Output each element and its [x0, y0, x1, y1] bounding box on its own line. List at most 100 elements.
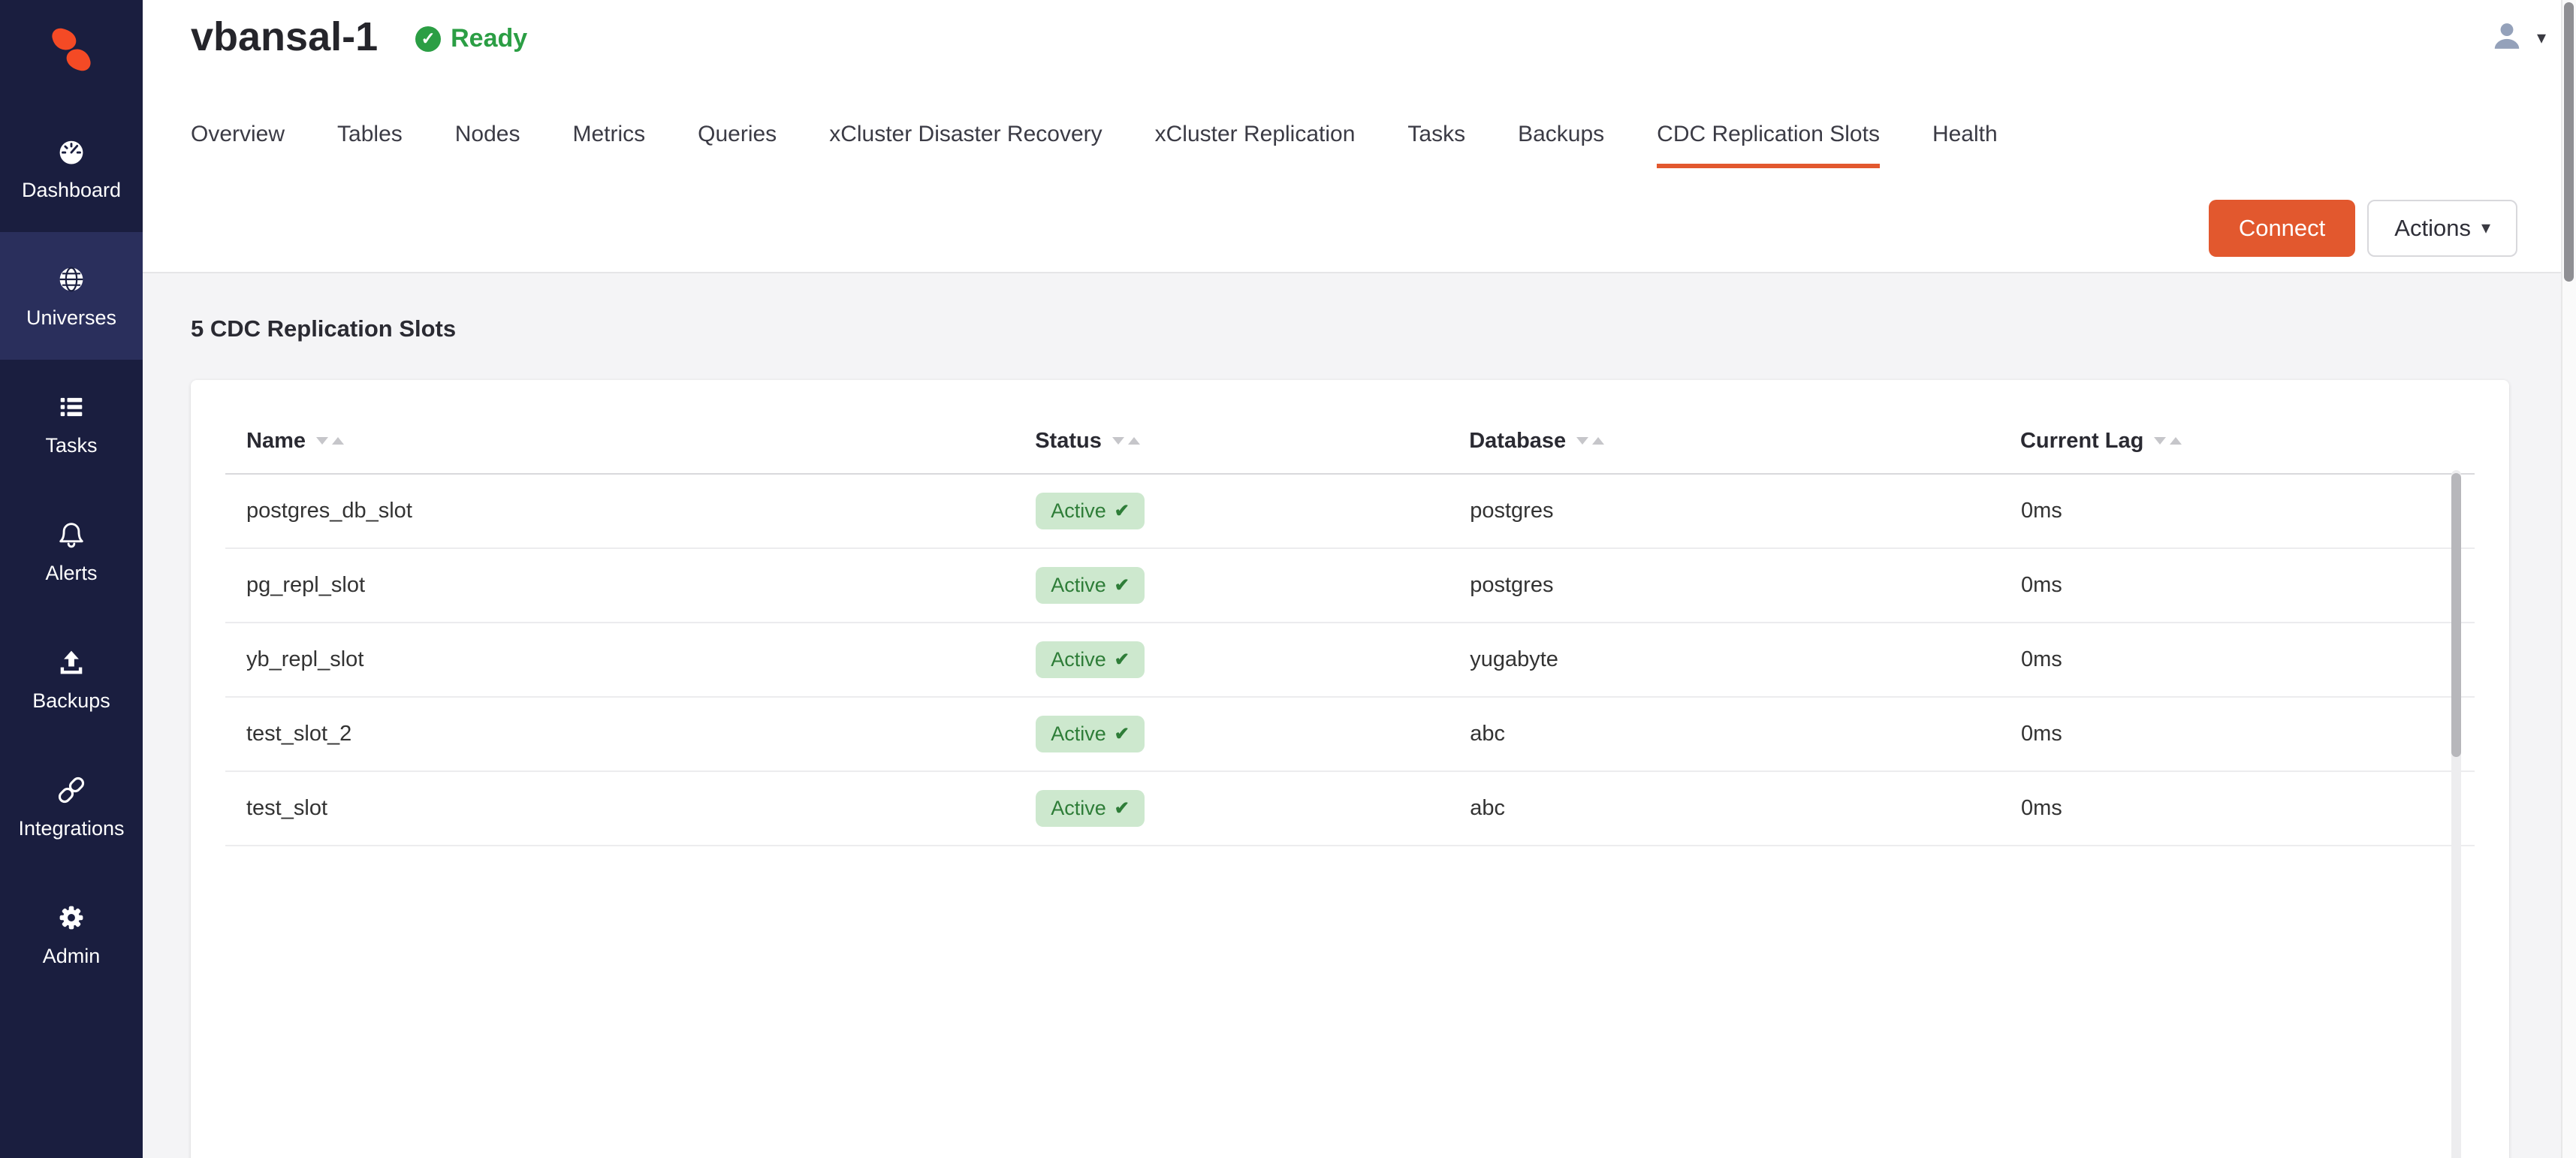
- cell-database: abc: [1469, 697, 2020, 771]
- column-header-current-lag[interactable]: Current Lag: [2020, 407, 2475, 474]
- cell-current-lag: 0ms: [2020, 623, 2475, 697]
- cell-current-lag: 0ms: [2020, 548, 2475, 623]
- cell-status: Active ✔: [1035, 474, 1469, 548]
- cell-status: Active ✔: [1035, 697, 1469, 771]
- table-row[interactable]: test_slot_2 Active ✔ abc0ms: [225, 697, 2475, 771]
- tab-nodes[interactable]: Nodes: [455, 122, 520, 168]
- column-header-name[interactable]: Name: [225, 407, 1035, 474]
- status-text: Active: [1051, 797, 1106, 820]
- cell-name: postgres_db_slot: [225, 474, 1035, 548]
- tab-bar: Overview Tables Nodes Metrics Queries xCluste…: [143, 122, 2576, 168]
- tasks-icon: [55, 391, 88, 424]
- user-menu[interactable]: ▾: [2487, 17, 2546, 59]
- actions-button[interactable]: Actions ▾: [2367, 200, 2517, 257]
- sidebar-item-backups[interactable]: Backups: [0, 615, 143, 743]
- tab-xcluster-disaster-recovery[interactable]: xCluster Disaster Recovery: [829, 122, 1102, 168]
- check-icon: ✔: [1115, 723, 1130, 745]
- cell-status: Active ✔: [1035, 771, 1469, 846]
- page-scrollbar[interactable]: [2561, 0, 2576, 1158]
- cell-current-lag: 0ms: [2020, 697, 2475, 771]
- sort-icon: [1576, 437, 1604, 445]
- status-badge: Active ✔: [1036, 493, 1145, 529]
- table-row[interactable]: postgres_db_slot Active ✔ postgres0ms: [225, 474, 2475, 548]
- table-row[interactable]: test_slotActive✔abc0ms: [225, 771, 2475, 846]
- status-text: Active: [1051, 574, 1106, 597]
- sidebar-item-label: Backups: [32, 689, 110, 713]
- status-label: Ready: [451, 24, 527, 53]
- title-row: vbansal-1 ✓ Ready ▾: [143, 0, 2576, 59]
- check-circle-icon: ✓: [415, 26, 441, 52]
- column-label: Current Lag: [2020, 429, 2143, 453]
- table-row[interactable]: yb_repl_slotActive✔yugabyte0ms: [225, 623, 2475, 697]
- tab-tables[interactable]: Tables: [337, 122, 403, 168]
- replication-slots-card: NameStatus Database Current Lag postgres_d…: [191, 380, 2509, 1158]
- replication-slots-table: NameStatus Database Current Lag postgres_d…: [225, 407, 2475, 846]
- tab-xcluster-replication[interactable]: xCluster Replication: [1155, 122, 1356, 168]
- status-text: Active: [1051, 648, 1106, 671]
- sidebar: Dashboard Universes TasksAlerts Backups Inte…: [0, 0, 143, 1158]
- check-icon: ✔: [1115, 798, 1130, 819]
- cell-status: Active✔: [1035, 548, 1469, 623]
- user-avatar-icon: [2487, 17, 2526, 59]
- alerts-icon: [55, 518, 88, 551]
- tab-tasks[interactable]: Tasks: [1407, 122, 1465, 168]
- cell-status: Active ✔: [1035, 623, 1469, 697]
- table-scrollbar[interactable]: [2451, 470, 2461, 1158]
- table-scrollbar-thumb[interactable]: [2451, 473, 2461, 757]
- sidebar-item-alerts[interactable]: Alerts: [0, 487, 143, 615]
- table-header-row: NameStatus Database Current Lag: [225, 407, 2475, 474]
- cell-name: pg_repl_slot: [225, 548, 1035, 623]
- column-header-status[interactable]: Status: [1035, 407, 1469, 474]
- content: 5 CDC Replication Slots NameStatus Databa…: [143, 273, 2576, 1158]
- dashboard-icon: [55, 135, 88, 168]
- column-header-database[interactable]: Database: [1469, 407, 2020, 474]
- sidebar-item-label: Dashboard: [22, 179, 121, 202]
- sidebar-item-universes[interactable]: Universes: [0, 232, 143, 360]
- cell-current-lag: 0ms: [2020, 474, 2475, 548]
- status-badge: Active ✔: [1036, 716, 1145, 752]
- column-label: Database: [1469, 429, 1566, 453]
- page: DashboardUniversesTasksAlertsBackupsInte…: [0, 0, 2576, 1158]
- sidebar-item-label: Integrations: [18, 817, 124, 840]
- universe-status: ✓ Ready: [415, 24, 527, 53]
- tab-health[interactable]: Health: [1932, 122, 1998, 168]
- actions-button-label: Actions: [2394, 215, 2471, 242]
- tab-cdc-replication-slots[interactable]: CDC Replication Slots: [1657, 122, 1880, 168]
- tab-queries[interactable]: Queries: [698, 122, 777, 168]
- column-label: Status: [1035, 429, 1102, 453]
- header-buttons: Connect Actions ▾: [2209, 200, 2517, 257]
- tab-metrics[interactable]: Metrics: [572, 122, 645, 168]
- cell-database: postgres: [1469, 474, 2020, 548]
- page-title: vbansal-1: [191, 15, 378, 59]
- table-row[interactable]: pg_repl_slotActive✔ postgres0ms: [225, 548, 2475, 623]
- table-body: postgres_db_slotActive✔postgres0mspg_rep…: [225, 474, 2475, 846]
- sidebar-item-label: Admin: [43, 945, 101, 968]
- sidebar-nav: Dashboard Universes TasksAlerts Backups Inte…: [0, 104, 143, 998]
- status-badge: Active✔: [1036, 567, 1145, 604]
- cell-database: postgres: [1469, 548, 2020, 623]
- page-scrollbar-thumb[interactable]: [2564, 2, 2574, 282]
- check-icon: ✔: [1115, 649, 1130, 671]
- tab-backups[interactable]: Backups: [1518, 122, 1604, 168]
- sidebar-item-admin[interactable]: Admin: [0, 870, 143, 998]
- sidebar-item-label: Universes: [26, 306, 116, 330]
- sidebar-item-tasks[interactable]: Tasks: [0, 360, 143, 487]
- sidebar-item-dashboard[interactable]: Dashboard: [0, 104, 143, 232]
- connect-button[interactable]: Connect: [2209, 200, 2355, 257]
- integrations-icon: [55, 774, 88, 807]
- cell-name: test_slot_2: [225, 697, 1035, 771]
- sort-icon: [316, 437, 344, 445]
- status-badge: Active ✔: [1036, 790, 1145, 827]
- main-area: vbansal-1 ✓ Ready ▾ Overview Tables Nodes M…: [143, 0, 2576, 1158]
- sort-icon: [2154, 437, 2182, 445]
- cell-current-lag: 0ms: [2020, 771, 2475, 846]
- yugabyte-logo[interactable]: [0, 20, 143, 80]
- tab-overview[interactable]: Overview: [191, 122, 285, 168]
- status-text: Active: [1051, 499, 1106, 523]
- status-text: Active: [1051, 722, 1106, 746]
- status-badge: Active ✔: [1036, 641, 1145, 678]
- cell-name: test_slot: [225, 771, 1035, 846]
- check-icon: ✔: [1115, 500, 1130, 522]
- section-title: 5 CDC Replication Slots: [191, 315, 2576, 342]
- sidebar-item-integrations[interactable]: Integrations: [0, 743, 143, 870]
